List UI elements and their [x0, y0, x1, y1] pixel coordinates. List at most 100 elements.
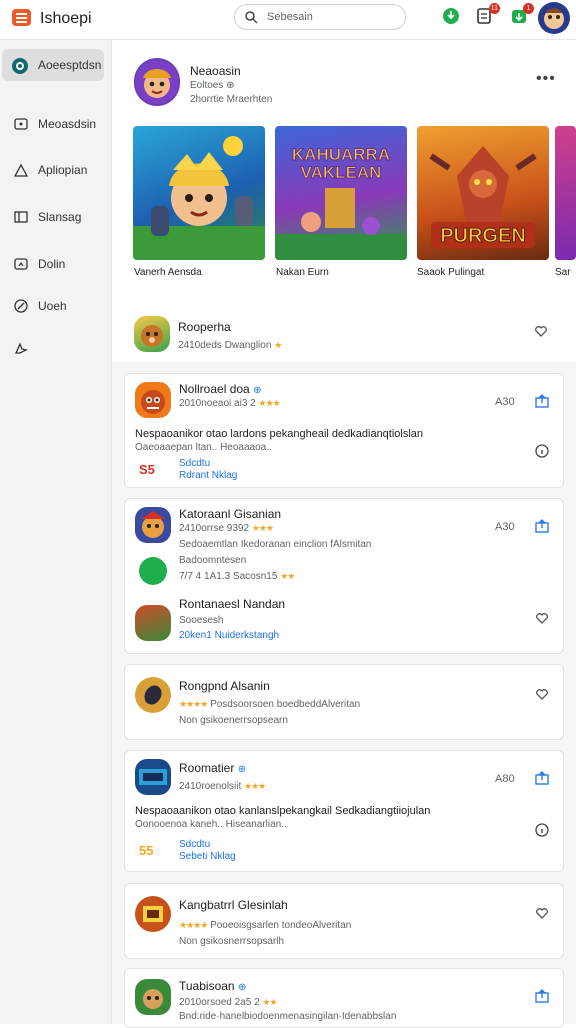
developer-name: Neaoasin: [190, 64, 241, 78]
updates-badge: 1: [523, 3, 534, 14]
app-sub: Non gsikosnerrsopsarlh: [179, 936, 285, 947]
sidebar-item-label: Dolin: [38, 257, 66, 271]
notifications-badge: 11: [488, 3, 500, 14]
app-icon: [135, 677, 171, 713]
app-meta: 2010orsoed 2a5 2 ★★: [179, 997, 278, 1008]
app-title: Katoraanl Gisanian: [179, 507, 282, 521]
app-sub: Oonooenoa kaneh.. Hiseanarlian..: [135, 819, 287, 830]
search-input[interactable]: Sebesain: [234, 4, 406, 30]
app-card[interactable]: Katoraanl Gisanian 2410orrse 9392 ★★★ A3…: [124, 498, 564, 654]
search-icon: [245, 11, 258, 24]
svg-text:KAHUARRA: KAHUARRA: [292, 145, 390, 164]
avatar[interactable]: [538, 2, 570, 34]
sidebar-item-games[interactable]: Meoasdsin: [2, 108, 104, 140]
share-icon[interactable]: [535, 394, 549, 408]
apps-icon: [14, 163, 28, 177]
app-card[interactable]: Kangbatrrl Glesinlah ★★★★ Pooeoisgsarlen…: [124, 883, 564, 959]
sidebar-item-label: Slansag: [38, 210, 82, 224]
svg-text:VAKLEAN: VAKLEAN: [301, 163, 382, 182]
sidebar-item-home[interactable]: Aoeesptdsn: [2, 49, 104, 81]
app-meta: ★★★★ Posdsoorsoen boedbeddAlveritan: [179, 699, 361, 710]
app-description: Sedoaemtlan Ikedoranan einclion fAlsmita…: [179, 539, 372, 550]
list-header[interactable]: Rooperha 2410deds Dwanglion ★: [112, 302, 576, 362]
app-rating: A30: [495, 396, 515, 408]
developer-meta: 2horrtie Mraerhten: [190, 94, 273, 105]
share-icon[interactable]: [535, 771, 549, 785]
library-icon: [14, 258, 28, 270]
app-title: Rooperha: [178, 320, 231, 334]
sidebar: Aoeesptdsn Meoasdsin Apliopian Slansag D…: [0, 40, 112, 1024]
featured-caption: Vanerh Aensda: [134, 267, 202, 278]
app-title: Ishoepi: [40, 10, 92, 27]
app-meta: 2010noeaoi ai3 2 ★★★: [179, 398, 281, 409]
app-description: Nespaoanikor otao lardons pekangheail de…: [135, 428, 424, 440]
svg-text:PURGEN: PURGEN: [440, 225, 526, 247]
app-logo: 55: [139, 843, 154, 858]
app-badge-icon: [139, 557, 167, 585]
sidebar-item-apps[interactable]: Apliopian: [2, 154, 104, 186]
wishlist-icon[interactable]: [535, 611, 549, 625]
app-meta: ★★★★ Pooeoisgsarlen tondeoAlveritan: [179, 920, 352, 931]
app-icon: [135, 605, 171, 641]
app-card[interactable]: Rongpnd Alsanin ★★★★ Posdsoorsoen boedbe…: [124, 664, 564, 740]
menu-icon[interactable]: [12, 9, 31, 26]
app-logo: S5: [139, 462, 155, 477]
app-meta: 7/7 4 1A1.3 Sacosn15 ★★: [179, 571, 295, 582]
wishlist-icon[interactable]: [534, 324, 548, 338]
app-sub: Oaeoaaepan ltan.. Heoaaaoa..: [135, 442, 272, 453]
featured-thumb[interactable]: KAHUARRA VAKLEAN: [275, 126, 407, 260]
info-icon[interactable]: [535, 444, 549, 458]
app-sub: Badoomntesen: [179, 555, 247, 566]
more-options-icon[interactable]: •••: [536, 70, 556, 88]
top-bar: Ishoepi Sebesain 11 1: [0, 0, 576, 40]
app-sub: Non gsikoenerrsopsearn: [179, 715, 288, 726]
sidebar-item-label: Aoeesptdsn: [38, 58, 102, 72]
app-title: Tuabisoan ⊕: [179, 979, 247, 993]
books-icon: [14, 211, 28, 223]
app-title: Rongpnd Alsanin: [179, 679, 270, 693]
offers-icon: [14, 299, 28, 313]
sidebar-item-offers[interactable]: Uoeh: [2, 290, 104, 322]
featured-thumb[interactable]: [133, 126, 265, 260]
app-card[interactable]: Nollroael doa ⊕ 2010noeaoi ai3 2 ★★★ A30…: [124, 373, 564, 488]
app-meta: 2410orrse 9392 ★★★: [179, 523, 274, 534]
app-icon: [135, 382, 171, 418]
wishlist-icon[interactable]: [535, 906, 549, 920]
app-rating: A80: [495, 773, 515, 785]
download-icon[interactable]: [442, 7, 460, 25]
developer-icon[interactable]: [134, 58, 180, 106]
app-link[interactable]: Sebeti Nklag: [179, 851, 236, 862]
app-link[interactable]: Sdcdtu: [179, 839, 210, 850]
developer-sub: Eoltoes ⊕: [190, 80, 235, 91]
wishlist-icon[interactable]: [535, 687, 549, 701]
main-content: Neaoasin Eoltoes ⊕ 2horrtie Mraerhten ••…: [112, 40, 576, 1028]
app-meta: Sooesesh: [179, 615, 224, 626]
sidebar-item-label: Meoasdsin: [38, 117, 97, 131]
app-title: Nollroael doa ⊕: [179, 382, 262, 396]
app-icon: [134, 316, 170, 352]
app-rating: A30: [495, 521, 515, 533]
share-icon[interactable]: [535, 989, 549, 1003]
sidebar-item-books[interactable]: Slansag: [2, 201, 104, 233]
featured-caption: Nakan Eurn: [276, 267, 329, 278]
updates-icon[interactable]: 1: [510, 3, 534, 25]
app-card[interactable]: Roomatier ⊕ 2410roenolsiit ★★★ A80 Nespa…: [124, 750, 564, 872]
notifications-icon[interactable]: 11: [476, 3, 500, 25]
sidebar-item-label: Apliopian: [38, 163, 88, 177]
share-icon[interactable]: [535, 519, 549, 533]
info-icon[interactable]: [535, 823, 549, 837]
app-icon: [135, 979, 171, 1015]
app-link[interactable]: 20ken1 Nuiderkstangh: [179, 630, 279, 641]
featured-thumb[interactable]: PURGEN: [417, 126, 549, 260]
home-icon: [12, 58, 28, 74]
sidebar-item-profile[interactable]: [2, 332, 104, 364]
app-icon: [135, 896, 171, 932]
app-card[interactable]: Tuabisoan ⊕ 2010orsoed 2a5 2 ★★ Bnd:ride…: [124, 968, 564, 1028]
sidebar-item-library[interactable]: Dolin: [2, 248, 104, 280]
app-meta: 2410deds Dwanglion ★: [178, 340, 282, 351]
app-link[interactable]: Rdrant Nklag: [179, 470, 237, 481]
featured-caption: Saaok Pulingat: [417, 267, 485, 278]
app-icon: [135, 507, 171, 543]
app-link[interactable]: Sdcdtu: [179, 458, 210, 469]
featured-thumb[interactable]: [555, 126, 576, 260]
